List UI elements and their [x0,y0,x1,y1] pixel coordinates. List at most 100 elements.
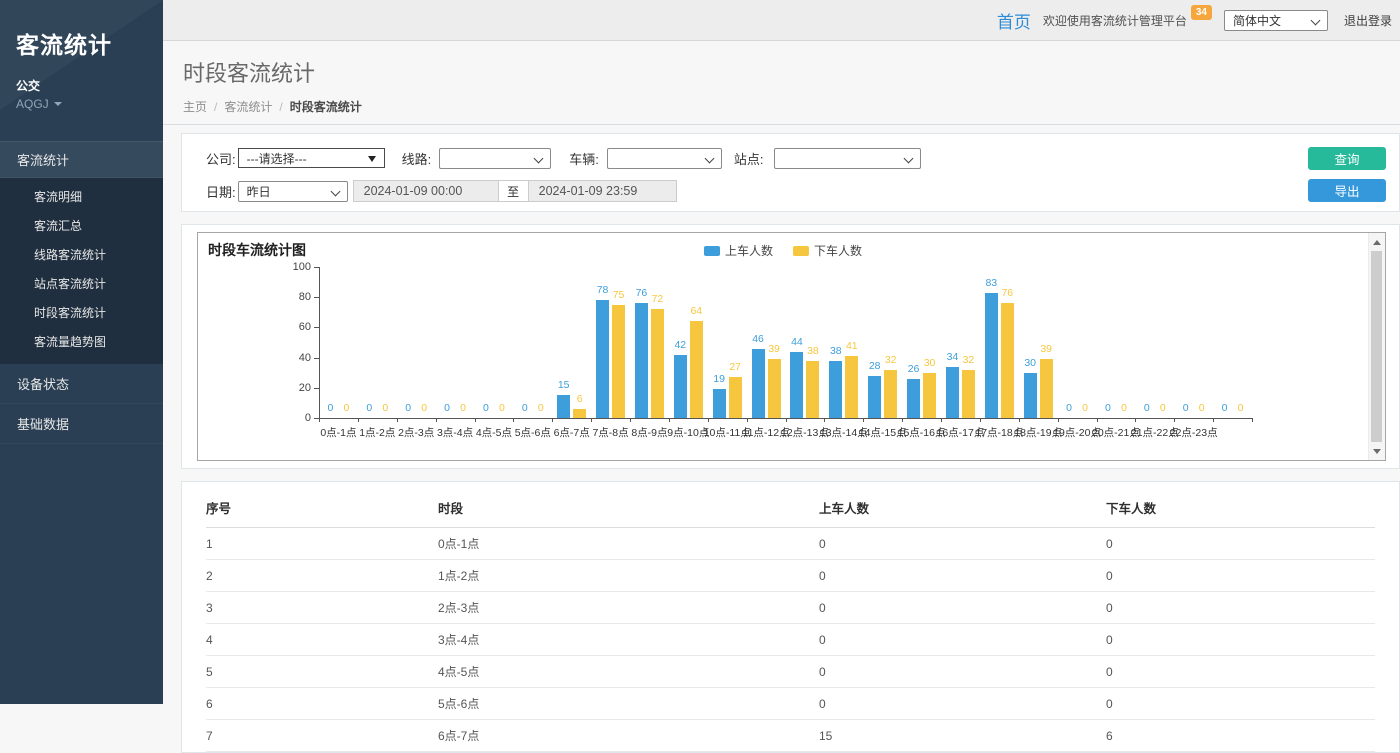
table-cell: 0 [1106,624,1375,656]
y-tick-label: 20 [273,382,311,394]
sidebar-item[interactable]: 线路客流统计 [0,240,163,269]
bar-上车人数 [752,349,765,418]
data-table: 序号时段上车人数下车人数 10点-1点0021点-2点0032点-3点0043点… [206,490,1375,752]
bar-上车人数 [713,389,726,418]
table-cell: 2点-3点 [438,592,819,624]
bar-value-label: 30 [924,357,936,369]
table-cell: 3点-4点 [438,624,819,656]
sidebar-section-2[interactable]: 基础数据 [0,404,163,444]
table-cell: 0 [819,656,1106,688]
table-panel: 序号时段上车人数下车人数 10点-1点0021点-2点0032点-3点0043点… [181,481,1400,753]
table-cell: 0 [819,624,1106,656]
query-button[interactable]: 查询 [1308,147,1386,170]
bar-下车人数 [1001,303,1014,418]
date-label: 日期: [206,182,236,201]
scrollbar-thumb[interactable] [1371,251,1382,442]
table-header-row: 序号时段上车人数下车人数 [206,490,1375,528]
logout-link[interactable]: 退出登录 [1344,12,1392,29]
x-tick [786,418,787,422]
bar-下车人数 [612,305,625,418]
vehicle-select[interactable] [607,148,722,169]
y-tick [314,388,319,389]
x-tick-label: 2点-3点 [398,425,434,440]
x-tick [1019,418,1020,422]
sidebar-section-1[interactable]: 设备状态 [0,364,163,404]
notification-badge[interactable]: 34 [1191,5,1212,20]
bar-value-label: 34 [947,351,959,363]
y-tick-label: 0 [273,412,311,424]
bar-下车人数 [729,377,742,418]
x-tick [902,418,903,422]
y-tick-label: 60 [273,321,311,333]
bar-value-label: 0 [1183,402,1189,414]
breadcrumb-item[interactable]: 客流统计 [224,100,272,114]
bar-value-label: 26 [908,363,920,375]
line-select[interactable] [439,148,551,169]
bar-value-label: 0 [460,402,466,414]
sidebar-item[interactable]: 时段客流统计 [0,298,163,327]
bar-value-label: 0 [483,402,489,414]
bar-上车人数 [1024,373,1037,418]
table-header-cell: 下车人数 [1106,490,1375,528]
user-menu[interactable]: AQGJ [16,97,147,111]
bar-value-label: 64 [690,305,702,317]
table-cell: 6点-7点 [438,720,819,752]
bar-value-label: 41 [846,340,858,352]
bar-value-label: 0 [421,402,427,414]
table-cell: 0 [1106,592,1375,624]
x-tick-label: 4点-5点 [476,425,512,440]
legend-label: 下车人数 [814,242,862,259]
vehicle-label: 车辆: [569,149,599,168]
date-from-input[interactable]: 2024-01-09 00:00 [353,180,499,202]
y-tick [314,297,319,298]
sidebar-item[interactable]: 客流量趋势图 [0,327,163,356]
sidebar-section-0[interactable]: 客流统计 [0,141,163,178]
legend-item[interactable]: 下车人数 [793,242,862,259]
table-body: 10点-1点0021点-2点0032点-3点0043点-4点0054点-5点00… [206,528,1375,752]
legend-item[interactable]: 上车人数 [704,242,773,259]
bar-value-label: 76 [1001,287,1013,299]
sidebar-item[interactable]: 客流明细 [0,182,163,211]
bar-value-label: 0 [1160,402,1166,414]
x-tick [1252,418,1253,422]
sidebar: 客流统计 公交 AQGJ 客流统计客流明细客流汇总线路客流统计站点客流统计时段客… [0,0,163,704]
scroll-down-icon[interactable] [1369,443,1385,459]
filter-row-2: 日期: 昨日 2024-01-09 00:00 至 2024-01-09 23:… [206,180,1399,202]
bar-value-label: 75 [613,289,625,301]
chart-scrollbar[interactable] [1368,233,1385,460]
bar-上车人数 [557,395,570,418]
bar-上车人数 [674,355,687,418]
sidebar-submenu: 客流明细客流汇总线路客流统计站点客流统计时段客流统计客流量趋势图 [0,178,163,364]
x-tick-label: 0点-1点 [320,425,356,440]
x-tick-label: 6点-7点 [554,425,590,440]
date-to-input[interactable]: 2024-01-09 23:59 [528,180,677,202]
bar-上车人数 [829,361,842,418]
language-select[interactable]: 简体中文 [1224,10,1328,31]
x-tick [436,418,437,422]
bar-下车人数 [651,309,664,418]
language-value: 简体中文 [1233,12,1281,29]
bar-value-label: 0 [1082,402,1088,414]
bar-value-label: 0 [1121,402,1127,414]
company-select[interactable]: ---请选择--- [238,148,385,168]
sidebar-item[interactable]: 站点客流统计 [0,269,163,298]
scroll-up-icon[interactable] [1369,234,1385,250]
x-tick [1213,418,1214,422]
station-select[interactable] [774,148,921,169]
x-tick [1174,418,1175,422]
sidebar-item[interactable]: 客流汇总 [0,211,163,240]
org-name: 公交 [16,77,147,94]
breadcrumb-item[interactable]: 主页 [183,100,207,114]
bar-上车人数 [985,293,998,418]
bar-value-label: 0 [444,402,450,414]
date-preset-select[interactable]: 昨日 [238,181,348,202]
table-cell: 2 [206,560,438,592]
home-link[interactable]: 首页 [997,8,1031,33]
chart-legend: 上车人数 下车人数 [198,242,1368,259]
x-tick [1058,418,1059,422]
bar-上车人数 [596,300,609,418]
export-button[interactable]: 导出 [1308,179,1386,202]
x-tick-label: 22点-23点 [1170,425,1218,440]
line-label: 线路: [402,149,432,168]
x-tick [513,418,514,422]
